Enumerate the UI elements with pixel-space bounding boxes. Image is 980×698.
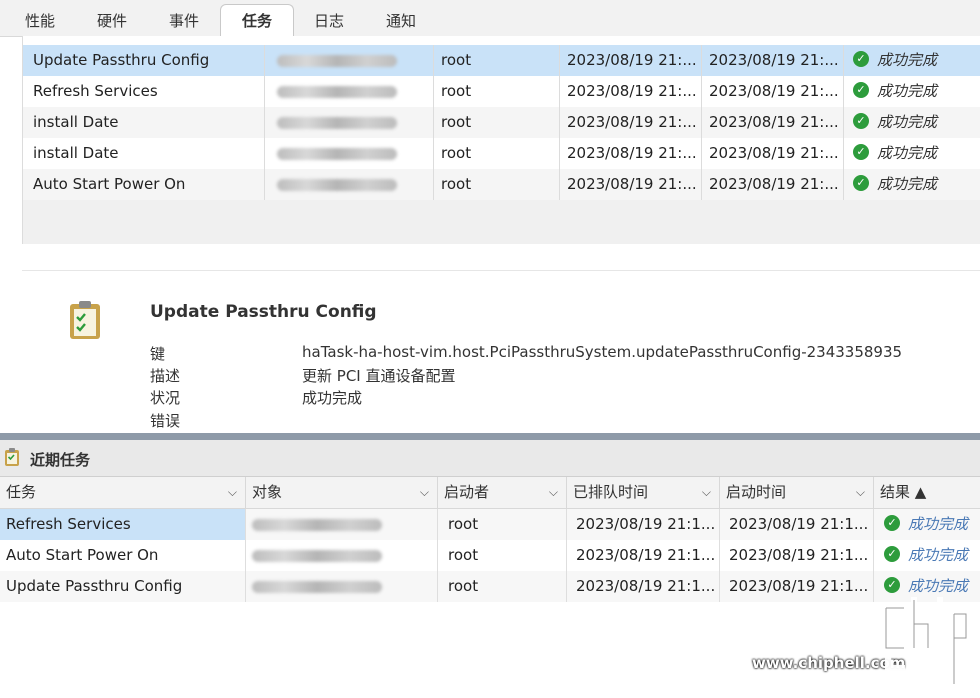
start-time: 2023/08/19 21:1... <box>720 571 874 602</box>
table-row[interactable]: install Date root 2023/08/19 21:... 2023… <box>23 138 980 169</box>
initiator: root <box>438 509 567 540</box>
start-time: 2023/08/19 21:... <box>701 76 844 107</box>
table-row[interactable]: Auto Start Power On root 2023/08/19 21:1… <box>0 540 980 571</box>
check-circle-icon: ✓ <box>853 51 869 67</box>
target-blurred <box>246 571 438 602</box>
detail-label-key: 键 <box>150 345 166 363</box>
target-blurred <box>265 138 434 169</box>
task-name: Update Passthru Config <box>23 45 265 76</box>
result: ✓ 成功完成 <box>843 107 980 138</box>
queued-time: 2023/08/19 21:... <box>559 76 702 107</box>
initiator: root <box>438 540 567 571</box>
col-header-target[interactable]: 对象 ⌵ <box>246 477 438 508</box>
divider <box>22 270 980 271</box>
task-name: Auto Start Power On <box>23 169 265 200</box>
chevron-down-icon[interactable]: ⌵ <box>702 477 711 508</box>
queued-time: 2023/08/19 21:... <box>559 169 702 200</box>
chevron-down-icon[interactable]: ⌵ <box>420 477 429 508</box>
initiator: root <box>433 76 560 107</box>
start-time: 2023/08/19 21:... <box>701 169 844 200</box>
grid-top-strip <box>23 36 980 45</box>
tab-hardware[interactable]: 硬件 <box>84 6 140 36</box>
task-name: install Date <box>23 138 265 169</box>
target-blurred <box>265 45 434 76</box>
column-headers: 任务 ⌵ 对象 ⌵ 启动者 ⌵ 已排队时间 ⌵ 启动时间 ⌵ 结果 ▲ <box>0 477 980 509</box>
recent-tasks-title: 近期任务 <box>30 451 91 469</box>
table-row[interactable]: install Date root 2023/08/19 21:... 2023… <box>23 107 980 138</box>
clipboard-check-icon <box>70 301 100 339</box>
tab-logs[interactable]: 日志 <box>300 6 358 36</box>
tab-tasks[interactable]: 任务 <box>220 4 294 38</box>
col-header-task[interactable]: 任务 ⌵ <box>0 477 246 508</box>
table-row[interactable]: Update Passthru Config root 2023/08/19 2… <box>23 45 980 76</box>
start-time: 2023/08/19 21:... <box>701 45 844 76</box>
table-row[interactable]: Refresh Services root 2023/08/19 21:1...… <box>0 509 980 540</box>
queued-time: 2023/08/19 21:1... <box>567 571 720 602</box>
chevron-down-icon[interactable]: ⌵ <box>856 477 865 508</box>
clipboard-check-icon <box>5 448 19 466</box>
task-name: Auto Start Power On <box>0 540 246 571</box>
queued-time: 2023/08/19 21:1... <box>567 509 720 540</box>
check-circle-icon: ✓ <box>853 144 869 160</box>
col-header-started[interactable]: 启动时间 ⌵ <box>720 477 874 508</box>
chevron-down-icon[interactable]: ⌵ <box>228 477 237 508</box>
result[interactable]: ✓ 成功完成 <box>874 509 980 540</box>
start-time: 2023/08/19 21:1... <box>720 540 874 571</box>
queued-time: 2023/08/19 21:1... <box>567 540 720 571</box>
detail-value-key: haTask-ha-host-vim.host.PciPassthruSyste… <box>302 343 903 361</box>
tab-bar <box>0 0 980 37</box>
detail-label-status: 状况 <box>150 389 181 407</box>
chevron-down-icon[interactable]: ⌵ <box>549 477 558 508</box>
initiator: root <box>433 107 560 138</box>
target-blurred <box>265 107 434 138</box>
result[interactable]: ✓ 成功完成 <box>874 540 980 571</box>
target-blurred <box>246 540 438 571</box>
detail-value-description: 更新 PCI 直通设备配置 <box>302 367 456 385</box>
recent-tasks-header <box>0 440 980 477</box>
result: ✓ 成功完成 <box>843 169 980 200</box>
table-row[interactable]: Update Passthru Config root 2023/08/19 2… <box>0 571 980 602</box>
task-name: install Date <box>23 107 265 138</box>
table-row[interactable]: Auto Start Power On root 2023/08/19 21:.… <box>23 169 980 200</box>
initiator: root <box>438 571 567 602</box>
tab-notifications[interactable]: 通知 <box>372 6 430 36</box>
col-header-result[interactable]: 结果 ▲ <box>874 477 980 508</box>
check-circle-icon: ✓ <box>853 82 869 98</box>
initiator: root <box>433 169 560 200</box>
table-row[interactable]: Refresh Services root 2023/08/19 21:... … <box>23 76 980 107</box>
start-time: 2023/08/19 21:1... <box>720 509 874 540</box>
target-blurred <box>265 76 434 107</box>
result: ✓ 成功完成 <box>843 45 980 76</box>
queued-time: 2023/08/19 21:... <box>559 45 702 76</box>
target-blurred <box>246 509 438 540</box>
detail-label-error: 错误 <box>150 412 181 430</box>
target-blurred <box>265 169 434 200</box>
tab-performance[interactable]: 性能 <box>12 6 68 36</box>
task-name: Refresh Services <box>23 76 265 107</box>
queued-time: 2023/08/19 21:... <box>559 107 702 138</box>
detail-value-status: 成功完成 <box>302 389 363 407</box>
initiator: root <box>433 138 560 169</box>
tasks-grid: Update Passthru Config root 2023/08/19 2… <box>22 36 980 244</box>
detail-label-description: 描述 <box>150 367 181 385</box>
watermark-logo-icon <box>883 597 969 689</box>
check-circle-icon: ✓ <box>884 546 900 562</box>
tab-events[interactable]: 事件 <box>156 6 212 36</box>
check-circle-icon: ✓ <box>884 577 900 593</box>
col-header-queued[interactable]: 已排队时间 ⌵ <box>567 477 720 508</box>
queued-time: 2023/08/19 21:... <box>559 138 702 169</box>
col-header-initiator[interactable]: 启动者 ⌵ <box>438 477 567 508</box>
check-circle-icon: ✓ <box>853 175 869 191</box>
result: ✓ 成功完成 <box>843 76 980 107</box>
task-name: Update Passthru Config <box>0 571 246 602</box>
start-time: 2023/08/19 21:... <box>701 138 844 169</box>
check-circle-icon: ✓ <box>853 113 869 129</box>
detail-title: Update Passthru Config <box>150 302 377 322</box>
start-time: 2023/08/19 21:... <box>701 107 844 138</box>
initiator: root <box>433 45 560 76</box>
panel-splitter[interactable] <box>0 433 980 440</box>
result: ✓ 成功完成 <box>843 138 980 169</box>
check-circle-icon: ✓ <box>884 515 900 531</box>
task-name: Refresh Services <box>0 509 246 540</box>
